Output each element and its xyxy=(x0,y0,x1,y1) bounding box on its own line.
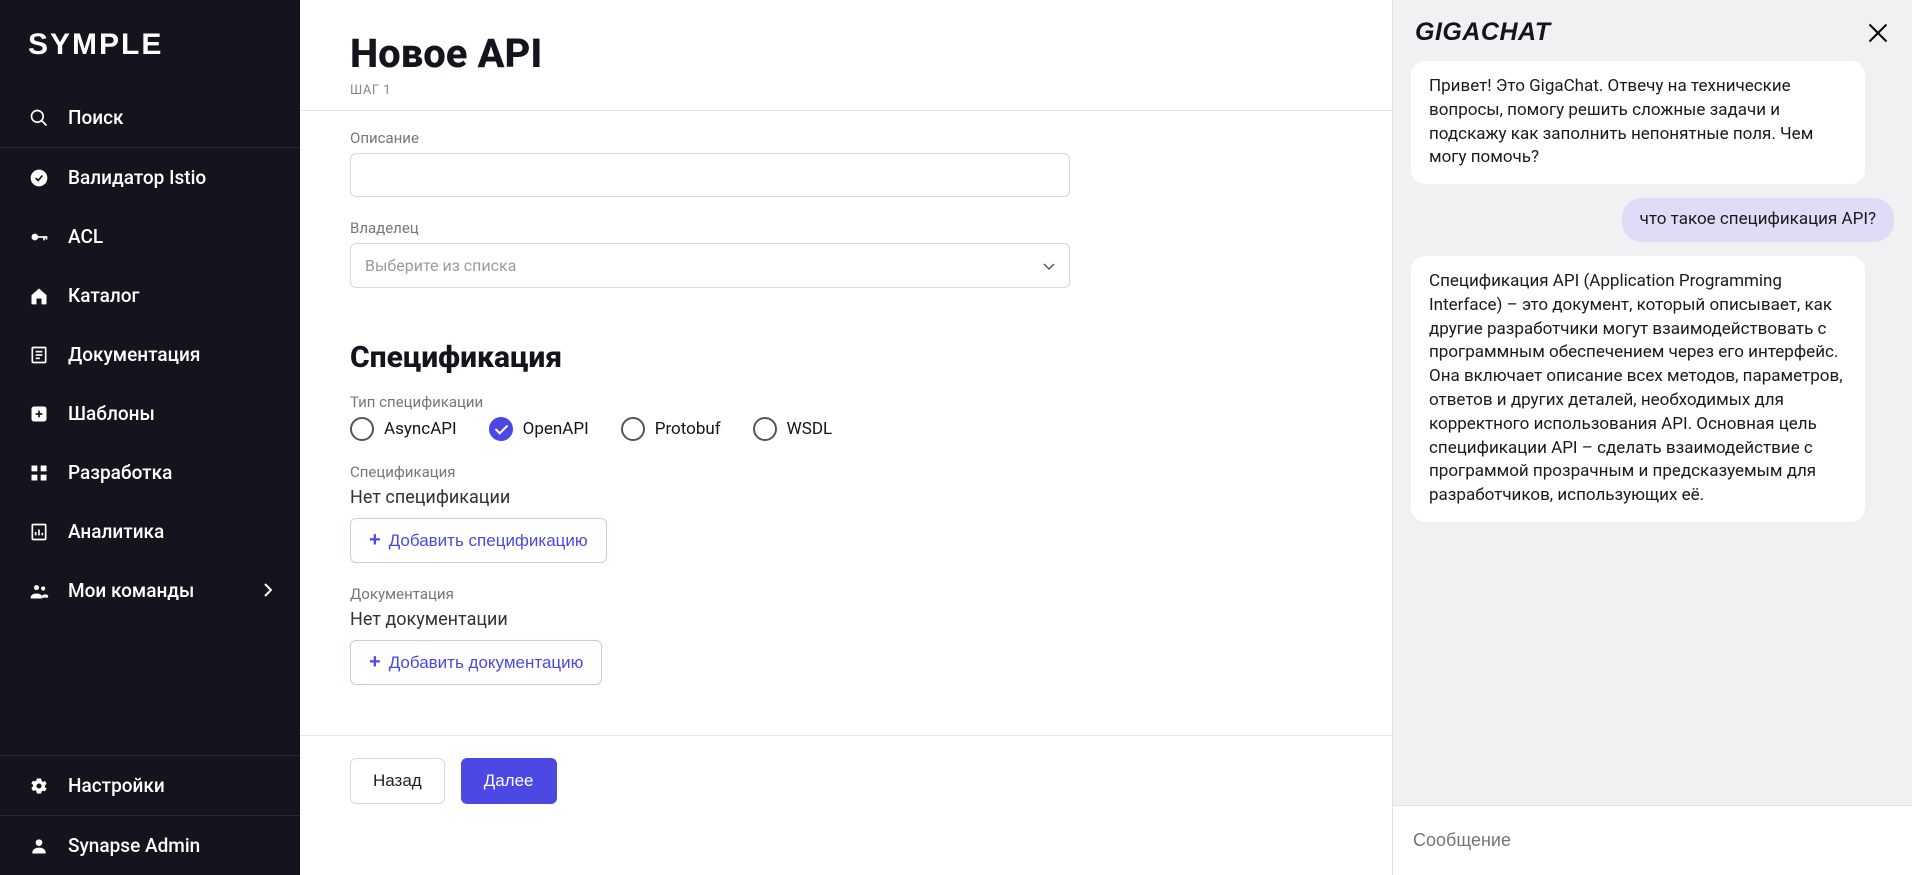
radio-openapi[interactable]: OpenAPI xyxy=(489,417,589,441)
close-icon[interactable] xyxy=(1866,21,1890,45)
sidebar-item-7[interactable]: Мои команды xyxy=(0,561,300,620)
plus-icon: + xyxy=(369,529,381,552)
desc-label: Описание xyxy=(350,129,1070,147)
search-icon xyxy=(28,107,50,129)
step-label: ШАГ 1 xyxy=(350,83,1342,98)
grid-icon xyxy=(28,462,50,484)
sidebar-item-label: Аналитика xyxy=(68,520,164,543)
check-circle-icon xyxy=(28,167,50,189)
back-button[interactable]: Назад xyxy=(350,758,445,804)
radio-label: AsyncAPI xyxy=(384,419,457,439)
person-icon xyxy=(28,835,50,857)
sidebar-item-4[interactable]: Шаблоны xyxy=(0,384,300,443)
report-icon xyxy=(28,521,50,543)
search-label: Поиск xyxy=(68,106,124,129)
chat-message-bot: Привет! Это GigaChat. Отвечу на техничес… xyxy=(1411,61,1865,184)
page-title: Новое API xyxy=(350,30,1342,77)
owner-label: Владелец xyxy=(350,219,1070,237)
settings-nav[interactable]: Настройки xyxy=(0,756,300,815)
spec-label: Спецификация xyxy=(350,463,1070,481)
chat-panel: GIGACHAT Привет! Это GigaChat. Отвечу на… xyxy=(1392,0,1912,875)
spec-heading: Спецификация xyxy=(350,340,1342,375)
sidebar-item-label: Документация xyxy=(68,343,200,366)
doc-list-icon xyxy=(28,344,50,366)
sidebar-item-3[interactable]: Документация xyxy=(0,325,300,384)
owner-field: Владелец Выберите из списка xyxy=(350,219,1070,288)
add-spec-button[interactable]: + Добавить спецификацию xyxy=(350,518,607,563)
people-icon xyxy=(28,580,50,602)
brand-text: SYMPLE xyxy=(28,28,163,62)
radio-protobuf[interactable]: Protobuf xyxy=(621,417,721,441)
spec-field: Спецификация Нет спецификации + Добавить… xyxy=(350,463,1070,563)
radio-label: WSDL xyxy=(787,419,833,439)
add-doc-button[interactable]: + Добавить документацию xyxy=(350,640,602,685)
radio-circle-icon xyxy=(753,417,777,441)
radio-circle-icon xyxy=(350,417,374,441)
desc-field: Описание xyxy=(350,129,1070,197)
radio-label: Protobuf xyxy=(655,419,721,439)
radio-asyncapi[interactable]: AsyncAPI xyxy=(350,417,457,441)
chat-title: GIGACHAT xyxy=(1415,18,1550,47)
chat-input[interactable] xyxy=(1393,806,1912,875)
sidebar-item-label: Шаблоны xyxy=(68,402,155,425)
doc-field: Документация Нет документации + Добавить… xyxy=(350,585,1070,685)
main-content: Новое API ШАГ 1 Описание Владелец Выбери… xyxy=(300,0,1392,875)
settings-label: Настройки xyxy=(68,774,165,797)
next-button[interactable]: Далее xyxy=(461,758,557,804)
chat-message-bot: Спецификация API (Application Programmin… xyxy=(1411,256,1865,522)
doc-label: Документация xyxy=(350,585,1070,603)
sidebar: SYMPLE Поиск Валидатор Istio ACL Каталог До… xyxy=(0,0,300,875)
divider xyxy=(300,110,1392,111)
nav-bottom: Настройки Synapse Admin xyxy=(0,755,300,875)
sidebar-item-label: ACL xyxy=(68,225,103,248)
plus-box-icon xyxy=(28,403,50,425)
sidebar-item-6[interactable]: Аналитика xyxy=(0,502,300,561)
radio-group: AsyncAPI OpenAPI Protobuf WSDL xyxy=(350,417,1070,441)
footer-bar: Назад Далее xyxy=(300,735,1392,804)
sidebar-item-label: Разработка xyxy=(68,461,172,484)
plus-icon: + xyxy=(369,651,381,674)
spec-type-label: Тип спецификации xyxy=(350,393,1070,411)
user-nav[interactable]: Synapse Admin xyxy=(0,816,300,875)
chat-message-user: что такое спецификация API? xyxy=(1622,198,1894,242)
caret-down-icon xyxy=(1043,256,1055,275)
add-doc-label: Добавить документацию xyxy=(389,653,584,673)
sidebar-item-1[interactable]: ACL xyxy=(0,207,300,266)
chevron-right-icon xyxy=(264,579,272,602)
gear-icon xyxy=(28,775,50,797)
owner-placeholder: Выберите из списка xyxy=(365,256,516,275)
brand-logo: SYMPLE xyxy=(0,0,300,88)
add-spec-label: Добавить спецификацию xyxy=(389,531,588,551)
spec-type-field: Тип спецификации AsyncAPI OpenAPI Protobuf… xyxy=(350,393,1070,441)
doc-empty-text: Нет документации xyxy=(350,609,1070,630)
radio-circle-icon xyxy=(621,417,645,441)
radio-label: OpenAPI xyxy=(523,419,589,439)
chat-body: Привет! Это GigaChat. Отвечу на техничес… xyxy=(1393,61,1912,805)
radio-circle-icon xyxy=(489,417,513,441)
sidebar-item-5[interactable]: Разработка xyxy=(0,443,300,502)
desc-input[interactable] xyxy=(350,153,1070,197)
chat-input-area xyxy=(1393,805,1912,875)
key-icon xyxy=(28,226,50,248)
sidebar-item-0[interactable]: Валидатор Istio xyxy=(0,148,300,207)
search-nav[interactable]: Поиск xyxy=(0,88,300,147)
nav-section-main: Валидатор Istio ACL Каталог Документация Шаб… xyxy=(0,147,300,620)
chat-header: GIGACHAT xyxy=(1393,0,1912,61)
user-label: Synapse Admin xyxy=(68,834,200,857)
sidebar-item-label: Каталог xyxy=(68,284,140,307)
sidebar-item-label: Мои команды xyxy=(68,579,194,602)
owner-select[interactable]: Выберите из списка xyxy=(350,243,1070,288)
spec-empty-text: Нет спецификации xyxy=(350,487,1070,508)
sidebar-item-2[interactable]: Каталог xyxy=(0,266,300,325)
sidebar-item-label: Валидатор Istio xyxy=(68,166,206,189)
radio-wsdl[interactable]: WSDL xyxy=(753,417,833,441)
home-icon xyxy=(28,285,50,307)
